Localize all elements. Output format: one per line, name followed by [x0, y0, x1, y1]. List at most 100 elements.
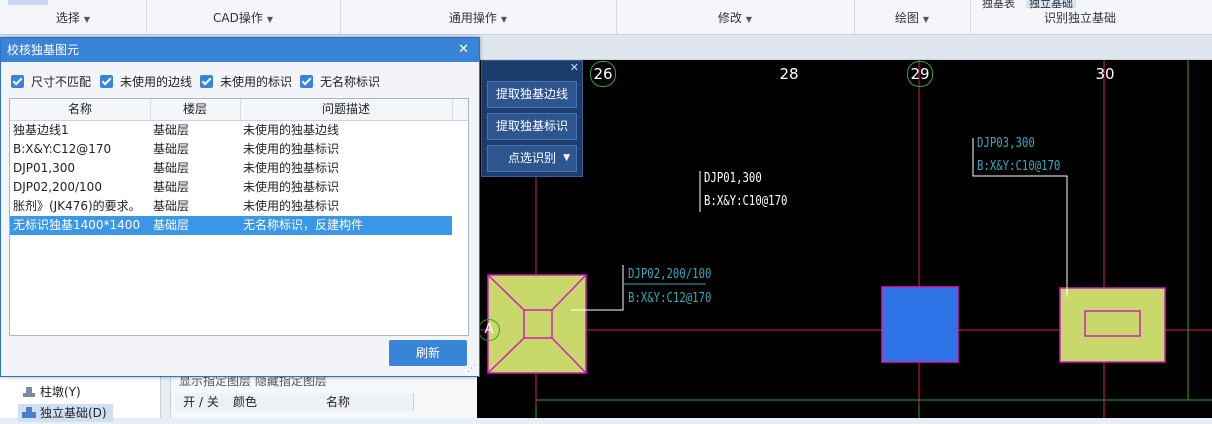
layer-panel: 显示指定图层 隐藏指定图层 开 / 关 颜色 名称	[170, 375, 477, 418]
column-header-description[interactable]: 问题描述	[240, 99, 453, 120]
table-cell-desc: 未使用的独基边线	[243, 123, 340, 137]
cad-text-djp03-rebar[interactable]: B:X&Y:C10@170	[977, 159, 1060, 174]
checkbox-no-name-label[interactable]: 无名称标识	[300, 74, 380, 90]
table-header: 名称 楼层 问题描述	[10, 99, 468, 121]
checkbox-size-mismatch[interactable]: 尺寸不匹配	[11, 74, 91, 90]
checkbox-label: 尺寸不匹配	[31, 75, 92, 89]
footing-djp03	[1059, 287, 1166, 363]
resize-grip-icon[interactable]: ⋰	[467, 364, 476, 374]
table-row[interactable]: DJP01,300 基础层 未使用的独基标识	[10, 159, 452, 178]
ribbon-group-cad[interactable]: CAD操作 ▼	[146, 0, 341, 34]
cad-drawing	[476, 60, 1212, 418]
axis-label-28: 28	[779, 65, 799, 83]
ribbon-group-label: CAD操作	[213, 11, 263, 25]
ribbon-group-label: 识别独立基础	[1043, 11, 1116, 25]
table-row[interactable]: 胀剂》(JK476)的要求。 基础层 未使用的独基标识	[10, 197, 452, 216]
footing-djp02	[487, 274, 587, 374]
axis-label-29: 29	[907, 61, 933, 87]
checkbox-checked-icon[interactable]	[200, 75, 213, 88]
layer-panel-options[interactable]: 显示指定图层 隐藏指定图层	[179, 375, 327, 391]
checkbox-label: 未使用的边线	[120, 75, 193, 89]
table-row[interactable]: B:X&Y:C12@170 基础层 未使用的独基标识	[10, 140, 452, 159]
ribbon-group-recognize-footing[interactable]: 独基表 独立基础 识别独立基础	[970, 0, 1190, 34]
cad-text-djp01-rebar[interactable]: B:X&Y:C10@170	[704, 194, 787, 209]
table-cell-name: 无标识独基1400*1400	[13, 218, 141, 232]
layer-column-name[interactable]: 名称	[263, 393, 414, 411]
table-cell-floor: 基础层	[153, 142, 190, 156]
footing-icon	[22, 406, 36, 418]
column-header-floor[interactable]: 楼层	[150, 99, 241, 120]
cad-text-djp01-name[interactable]: DJP01,300	[704, 171, 762, 186]
ribbon-group-select[interactable]: 选择 ▼	[0, 0, 147, 34]
table-cell-name: DJP02,200/100	[13, 180, 102, 194]
cad-canvas[interactable]: 26 28 29 30 A DJP01,300 B:X&Y:C10@170 DJ…	[476, 60, 1212, 418]
table-cell-floor: 基础层	[153, 161, 190, 175]
extract-footing-edge-button[interactable]: 提取独基边线	[487, 81, 577, 108]
check-footing-dialog: 校核独基图元 ✕ 尺寸不匹配 未使用的边线 未使用的标识 无名称标识 名称 楼层…	[0, 37, 480, 377]
ribbon-group-label: 修改	[717, 11, 742, 25]
dialog-title: 校核独基图元	[7, 43, 80, 57]
checkbox-checked-icon[interactable]	[11, 75, 24, 88]
ribbon-mini-text[interactable]: 独基表	[982, 0, 1015, 9]
table-cell-floor: 基础层	[153, 123, 190, 137]
extract-footing-label-button[interactable]: 提取独基标识	[487, 113, 577, 140]
recognize-toolbar: ✕ 提取独基边线 提取独基标识 点选识别 ▼	[481, 60, 583, 177]
layer-column-onoff[interactable]: 开 / 关	[175, 393, 228, 411]
tree-item-label: 柱墩(Y)	[40, 385, 81, 399]
axis-label-30: 30	[1095, 65, 1115, 83]
pier-icon	[22, 385, 36, 397]
dialog-body: 尺寸不匹配 未使用的边线 未使用的标识 无名称标识 名称 楼层 问题描述 独基边…	[1, 62, 479, 376]
table-row[interactable]: DJP02,200/100 基础层 未使用的独基标识	[10, 178, 452, 197]
cad-text-djp02-name[interactable]: DJP02,200/100	[628, 267, 711, 282]
checkbox-checked-icon[interactable]	[100, 75, 113, 88]
table-cell-floor: 基础层	[153, 199, 190, 213]
ribbon-group-general[interactable]: 通用操作 ▼	[340, 0, 617, 34]
footing-unnamed-1400	[881, 286, 959, 363]
column-header-name[interactable]: 名称	[10, 99, 151, 120]
table-cell-desc: 未使用的独基标识	[243, 180, 340, 194]
close-icon[interactable]: ✕	[458, 38, 469, 62]
table-cell-name: B:X&Y:C12@170	[13, 142, 112, 156]
chevron-down-icon: ▼	[922, 15, 930, 24]
refresh-button[interactable]: 刷新	[389, 340, 467, 366]
table-cell-name: 独基边线1	[13, 123, 69, 137]
checkbox-checked-icon[interactable]	[300, 75, 313, 88]
table-cell-desc: 未使用的独基标识	[243, 199, 340, 213]
table-cell-desc: 未使用的独基标识	[243, 142, 340, 156]
cad-text-djp02-rebar[interactable]: B:X&Y:C12@170	[628, 291, 711, 306]
chevron-down-icon: ▼	[500, 15, 508, 24]
table-cell-floor: 基础层	[153, 218, 190, 232]
chevron-down-icon: ▼	[83, 15, 91, 24]
tree-item-pier[interactable]: 柱墩(Y)	[22, 383, 81, 401]
tree-item-isolated-footing[interactable]: 独立基础(D)	[18, 404, 113, 422]
table-row[interactable]: 独基边线1 基础层 未使用的独基边线	[10, 121, 452, 140]
checkbox-label: 无名称标识	[320, 75, 381, 89]
point-recognize-label: 点选识别	[507, 151, 556, 165]
cad-text-djp03-name[interactable]: DJP03,300	[977, 136, 1035, 151]
ribbon-group-modify[interactable]: 修改 ▼	[616, 0, 855, 34]
issues-table: 名称 楼层 问题描述 独基边线1 基础层 未使用的独基边线 B:X&Y:C12@170…	[9, 98, 469, 336]
chevron-down-icon: ▼	[266, 15, 273, 24]
ribbon-group-label: 通用操作	[448, 11, 497, 25]
table-row[interactable]: 无标识独基1400*1400 基础层 无名称标识，反建构件	[10, 216, 452, 235]
table-cell-name: 胀剂》(JK476)的要求。	[13, 199, 141, 213]
table-cell-floor: 基础层	[153, 180, 190, 194]
ribbon-group-draw[interactable]: 绘图 ▼	[854, 0, 971, 34]
point-recognize-button[interactable]: 点选识别 ▼	[487, 145, 577, 172]
checkbox-unused-edge[interactable]: 未使用的边线	[100, 74, 192, 90]
ribbon-toolbar: 选择 ▼ CAD操作 ▼ 通用操作 ▼ 修改 ▼ 绘图 ▼ 独基表 独立基础 识别独立基础	[0, 0, 1212, 35]
close-icon[interactable]: ✕	[570, 61, 579, 74]
axis-label-26: 26	[590, 61, 616, 87]
ribbon-group-label: 绘图	[894, 11, 919, 25]
checkbox-unused-label[interactable]: 未使用的标识	[200, 74, 292, 90]
layer-column-color[interactable]: 颜色	[227, 393, 264, 411]
checkbox-label: 未使用的标识	[220, 75, 293, 89]
ribbon-group-label: 选择	[55, 11, 80, 25]
chevron-down-icon[interactable]: ▼	[563, 146, 570, 171]
ribbon-mini-text-highlighted[interactable]: 独立基础	[1026, 0, 1076, 9]
table-cell-desc: 无名称标识，反建构件	[243, 218, 364, 232]
table-cell-name: DJP01,300	[13, 161, 76, 175]
dialog-titlebar[interactable]: 校核独基图元 ✕	[1, 38, 479, 62]
table-cell-desc: 未使用的独基标识	[243, 161, 340, 175]
chevron-down-icon: ▼	[745, 15, 753, 24]
